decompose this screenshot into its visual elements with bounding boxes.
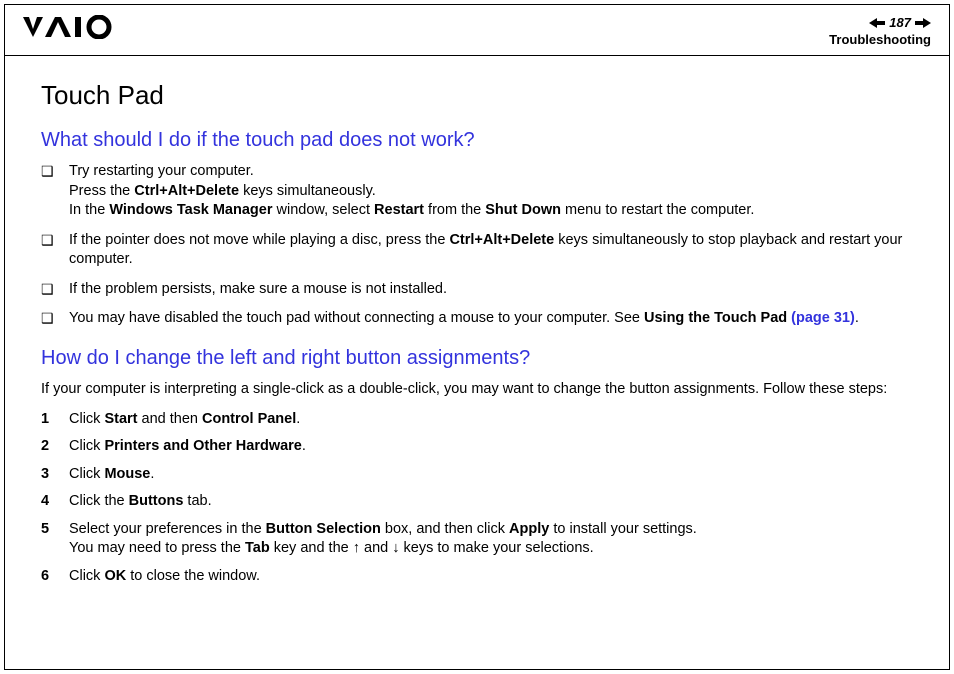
list-item-text: Click the Buttons tab. xyxy=(69,492,913,512)
list-item-text: Click Printers and Other Hardware. xyxy=(69,437,913,457)
question-2-heading: How do I change the left and right butto… xyxy=(41,347,913,370)
list-item: 5 Select your preferences in the Button … xyxy=(41,520,913,559)
bullet-icon: ❑ xyxy=(41,231,69,250)
list-item: 4 Click the Buttons tab. xyxy=(41,492,913,512)
question-1-list: ❑ Try restarting your computer. Press th… xyxy=(41,162,913,329)
list-item-text: Click OK to close the window. xyxy=(69,567,913,587)
step-number: 4 xyxy=(41,492,69,512)
step-number: 1 xyxy=(41,410,69,430)
question-2-intro: If your computer is interpreting a singl… xyxy=(41,380,913,400)
list-item-text: If the pointer does not move while playi… xyxy=(69,231,913,270)
list-item: 1 Click Start and then Control Panel. xyxy=(41,410,913,430)
up-arrow-icon: ↑ xyxy=(353,540,360,556)
page-nav: 187 xyxy=(829,15,931,30)
question-2-steps: 1 Click Start and then Control Panel. 2 … xyxy=(41,410,913,587)
prev-page-arrow-icon[interactable] xyxy=(869,18,885,28)
page-title: Touch Pad xyxy=(41,80,913,111)
page-number: 187 xyxy=(889,15,911,30)
content-area: Touch Pad What should I do if the touch … xyxy=(5,56,949,586)
list-item: ❑ Try restarting your computer. Press th… xyxy=(41,162,913,221)
bullet-icon: ❑ xyxy=(41,162,69,181)
vaio-logo xyxy=(23,15,133,39)
next-page-arrow-icon[interactable] xyxy=(915,18,931,28)
list-item-text: You may have disabled the touch pad with… xyxy=(69,309,913,329)
page-header: 187 Troubleshooting xyxy=(5,5,949,56)
list-item: 3 Click Mouse. xyxy=(41,465,913,485)
step-number: 5 xyxy=(41,520,69,540)
step-number: 2 xyxy=(41,437,69,457)
bullet-icon: ❑ xyxy=(41,309,69,328)
list-item: 6 Click OK to close the window. xyxy=(41,567,913,587)
bullet-icon: ❑ xyxy=(41,280,69,299)
list-item: ❑ You may have disabled the touch pad wi… xyxy=(41,309,913,329)
list-item-text: Click Start and then Control Panel. xyxy=(69,410,913,430)
header-right: 187 Troubleshooting xyxy=(829,15,931,47)
section-label: Troubleshooting xyxy=(829,32,931,47)
step-number: 6 xyxy=(41,567,69,587)
list-item: ❑ If the pointer does not move while pla… xyxy=(41,231,913,270)
page-link[interactable]: (page 31) xyxy=(787,310,855,326)
page-border: 187 Troubleshooting Touch Pad What shoul… xyxy=(4,4,950,670)
list-item: ❑ If the problem persists, make sure a m… xyxy=(41,280,913,300)
list-item-text: Select your preferences in the Button Se… xyxy=(69,520,913,559)
question-1-heading: What should I do if the touch pad does n… xyxy=(41,129,913,152)
list-item-text: Try restarting your computer. Press the … xyxy=(69,162,913,221)
list-item-text: If the problem persists, make sure a mou… xyxy=(69,280,913,300)
list-item: 2 Click Printers and Other Hardware. xyxy=(41,437,913,457)
step-number: 3 xyxy=(41,465,69,485)
list-item-text: Click Mouse. xyxy=(69,465,913,485)
